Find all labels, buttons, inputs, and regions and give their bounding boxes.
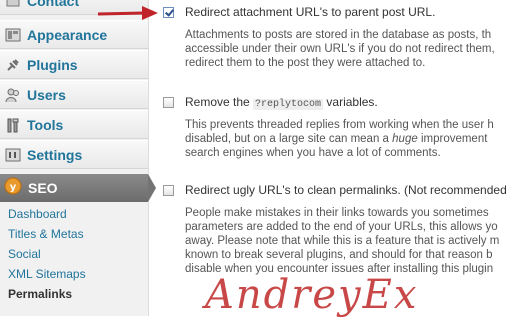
sidebar-item-appearance[interactable]: Appearance	[0, 20, 148, 49]
description-line: redirect them to the post they were atta…	[185, 57, 426, 69]
description-line: accessible under their own URL's if you …	[185, 43, 495, 55]
svg-text:y: y	[10, 182, 17, 193]
users-icon	[5, 87, 21, 103]
option-description: Attachments to posts are stored in the d…	[185, 28, 495, 70]
sidebar-item-plugins[interactable]: Plugins	[0, 50, 148, 79]
sidebar-item-label: SEO	[28, 180, 58, 196]
watermark-logo: AndreyEx	[205, 272, 419, 318]
sidebar-item-label: Contact	[27, 0, 80, 9]
sidebar-item-tools[interactable]: Tools	[0, 110, 148, 139]
remove-replytocom-checkbox[interactable]	[163, 97, 174, 108]
description-line: This prevents threaded replies from work…	[185, 119, 494, 131]
description-line: away. Please note that while this is a f…	[185, 235, 500, 247]
title-text: variables.	[326, 95, 378, 109]
submenu-item-social[interactable]: Social	[0, 244, 148, 264]
sidebar-item-label: Tools	[27, 116, 64, 133]
option-description: People make mistakes in their links towa…	[185, 206, 499, 276]
description-line: disabled, but on a large site can mean a…	[185, 132, 494, 146]
admin-sidebar: Contact Appearance Plugins Users Tools S…	[0, 0, 149, 316]
tools-icon	[5, 117, 21, 133]
current-menu-pointer	[148, 174, 156, 202]
settings-icon	[5, 147, 21, 163]
description-line: known to break several plugins, and shou…	[185, 249, 493, 261]
submenu-item-titles-metas[interactable]: Titles & Metas	[0, 224, 148, 244]
description-line: People make mistakes in their links towa…	[185, 207, 489, 219]
submenu-item-dashboard[interactable]: Dashboard	[0, 204, 148, 224]
description-line: parameters are added to the end of your …	[185, 221, 498, 233]
option-description: This prevents threaded replies from work…	[185, 118, 494, 160]
red-arrow-annotation	[97, 6, 158, 20]
option-title: Redirect attachment URL's to parent post…	[185, 5, 436, 19]
sidebar-item-label: Appearance	[27, 26, 108, 43]
option-title: Redirect ugly URL's to clean permalinks.…	[185, 183, 507, 197]
sidebar-item-seo[interactable]: y SEO	[0, 174, 148, 202]
description-text: disabled, but on a large site can mean a	[185, 133, 389, 145]
contact-icon	[5, 0, 21, 9]
description-line: Attachments to posts are stored in the d…	[185, 29, 492, 41]
submenu-item-xml-sitemaps[interactable]: XML Sitemaps	[0, 264, 148, 284]
option-title: Remove the ?replytocom variables.	[185, 95, 378, 110]
seo-submenu: Dashboard Titles & Metas Social XML Site…	[0, 204, 148, 304]
appearance-icon	[5, 27, 21, 43]
submenu-item-permalinks[interactable]: Permalinks	[0, 284, 148, 304]
sidebar-item-users[interactable]: Users	[0, 80, 148, 109]
description-emphasis: huge	[392, 133, 418, 145]
permalinks-options: Redirect attachment URL's to parent post…	[156, 0, 515, 316]
description-text: improvement	[420, 133, 488, 145]
sidebar-item-settings[interactable]: Settings	[0, 140, 148, 169]
redirect-ugly-urls-checkbox[interactable]	[163, 185, 174, 196]
replytocom-code: ?replytocom	[253, 99, 324, 110]
sidebar-item-label: Plugins	[27, 56, 78, 73]
sidebar-item-label: Users	[27, 86, 66, 103]
sidebar-item-label: Settings	[27, 146, 83, 163]
seo-icon: y	[4, 177, 22, 200]
plugins-icon	[5, 57, 21, 73]
title-text: Remove the	[185, 95, 250, 109]
redirect-attachment-checkbox[interactable]	[163, 7, 174, 18]
description-line: search engines when you have a lot of co…	[185, 147, 441, 159]
